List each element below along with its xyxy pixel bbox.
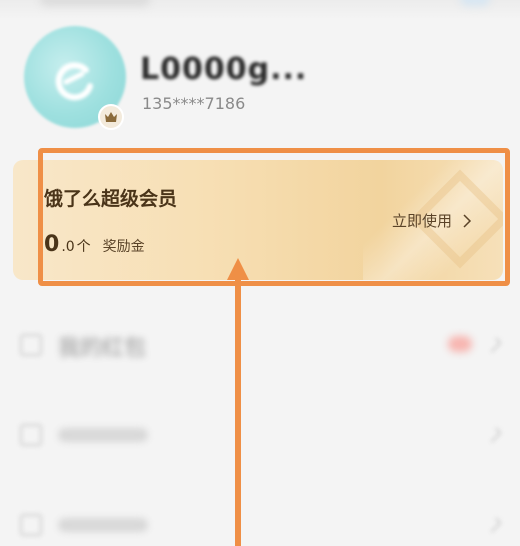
list-item[interactable] xyxy=(0,398,520,470)
reward-count: 0 xyxy=(44,232,60,257)
list-item-red-packet[interactable]: 我的红包 xyxy=(0,308,520,380)
list-item-icon xyxy=(20,424,42,446)
list-item-badge xyxy=(448,336,472,352)
reward-label: 奖励金 xyxy=(102,239,145,255)
use-now-button[interactable]: 立即使用 xyxy=(392,210,472,231)
list-item-label: 我的红包 xyxy=(58,336,147,361)
chevron-right-icon xyxy=(486,517,502,533)
use-now-label: 立即使用 xyxy=(392,212,453,230)
list-item[interactable] xyxy=(0,488,520,546)
vip-badge xyxy=(98,104,124,130)
reward-info: 0 .0 个 奖励金 xyxy=(44,232,145,257)
reward-decimal: .0 xyxy=(61,239,75,255)
list-item-icon xyxy=(20,514,42,536)
chevron-right-icon xyxy=(463,213,472,228)
app-logo-icon xyxy=(55,62,93,101)
list-item-blurred-label xyxy=(58,518,148,532)
username[interactable]: L0000g... xyxy=(140,52,307,87)
top-blurred-icon xyxy=(460,0,490,6)
phone-number: 135****7186 xyxy=(142,94,246,113)
annotation-arrow-head xyxy=(227,258,249,280)
vip-card-title: 饿了么超级会员 xyxy=(44,188,178,210)
top-blurred-item xyxy=(40,0,150,6)
chevron-right-icon xyxy=(486,427,502,443)
reward-unit: 个 xyxy=(76,239,91,255)
list-item-blurred-label xyxy=(58,428,148,442)
crown-icon xyxy=(105,112,117,122)
red-packet-icon xyxy=(20,334,42,356)
chevron-right-icon xyxy=(486,337,502,353)
